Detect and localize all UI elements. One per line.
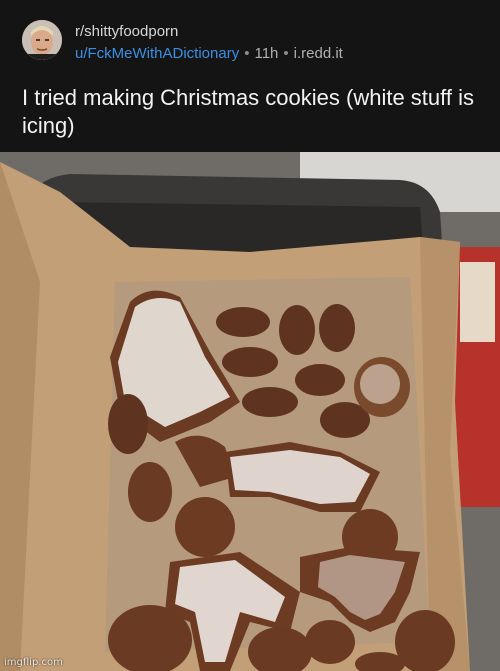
- avatar-image: [22, 20, 62, 60]
- post-domain[interactable]: i.redd.it: [294, 45, 343, 62]
- post-title[interactable]: I tried making Christmas cookies (white …: [22, 84, 482, 140]
- post-meta: r/shittyfoodporn u/FckMeWithADictionary •…: [75, 22, 343, 64]
- separator-dot: •: [283, 45, 289, 62]
- post-age: 11h: [254, 45, 279, 62]
- cookies-photo: [0, 152, 500, 671]
- username-link[interactable]: u/FckMeWithADictionary: [75, 45, 239, 62]
- watermark: imgflip.com: [4, 657, 63, 668]
- post-byline: u/FckMeWithADictionary • 11h • i.redd.it: [75, 44, 343, 64]
- post-header: r/shittyfoodporn u/FckMeWithADictionary •…: [0, 0, 500, 152]
- separator-dot: •: [244, 45, 250, 62]
- avatar[interactable]: [22, 20, 62, 60]
- subreddit-link[interactable]: r/shittyfoodporn: [75, 22, 343, 42]
- post-image[interactable]: imgflip.com: [0, 152, 500, 671]
- icing-blob: [360, 364, 400, 404]
